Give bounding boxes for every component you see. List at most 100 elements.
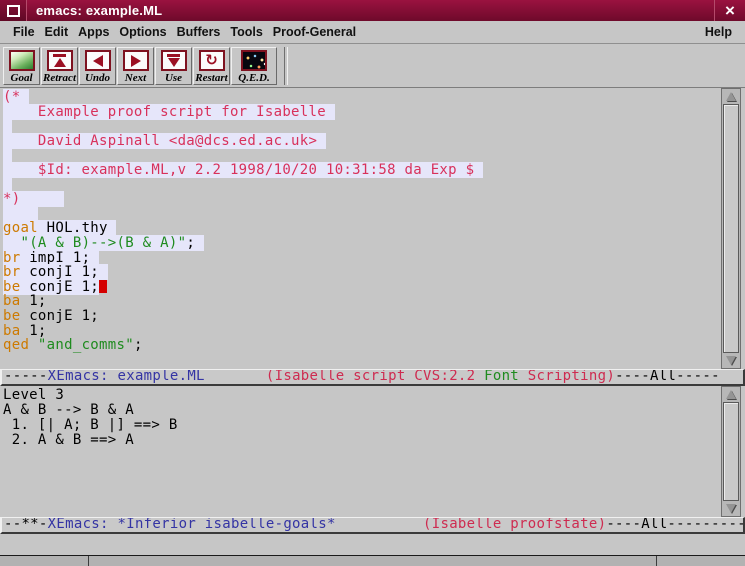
scroll-up-button[interactable] <box>722 387 740 402</box>
goals-buffer-window: Level 3A & B --> B & A 1. [| A; B |] ==>… <box>0 386 745 517</box>
scroll-down-button[interactable] <box>722 501 740 516</box>
toolbar-button-label: Retract <box>43 72 76 84</box>
xemacs-window: emacs: example.ML × FileEditAppsOptionsB… <box>0 0 745 566</box>
glyph-part <box>54 58 66 67</box>
toolbar-button-next[interactable]: Next <box>117 47 154 85</box>
undo-left-arrow-icon <box>93 55 103 67</box>
retract-up-arrow-icon <box>53 54 66 67</box>
menu-item-file[interactable]: File <box>8 23 40 41</box>
scroll-up-button[interactable] <box>722 89 740 104</box>
goals-buffer-modeline: --**-XEmacs: *Inferior isabelle-goals* (… <box>0 517 745 534</box>
toolbar-divider <box>284 47 288 85</box>
menu-item-apps[interactable]: Apps <box>73 23 114 41</box>
menu-item-proof-general[interactable]: Proof-General <box>268 23 361 41</box>
script-line: br impI 1; <box>3 251 720 266</box>
token-cmt: Example proof script for Isabelle <box>3 104 335 120</box>
modeline-segment-red: (Isabelle script CVS:2.2 <box>266 369 484 384</box>
token-str: "and_comms" <box>38 337 134 353</box>
resize-handle-divider <box>88 556 89 566</box>
script-line: ba 1; <box>3 294 720 309</box>
toolbar-button-label: Undo <box>85 72 110 84</box>
token-cmt: *) <box>3 191 64 207</box>
menu-item-options[interactable]: Options <box>114 23 171 41</box>
toolbar-button-undo[interactable]: Undo <box>79 47 116 85</box>
menu-item-tools[interactable]: Tools <box>225 23 267 41</box>
toolbar-button-label: Goal <box>11 72 33 84</box>
script-scrollbar[interactable] <box>721 88 741 369</box>
glyph-part <box>93 55 103 67</box>
goals-scrollbar[interactable] <box>721 386 741 517</box>
scroll-down-button[interactable] <box>722 353 740 368</box>
scroll-down-icon <box>726 356 736 365</box>
toolbar-button-use[interactable]: Use <box>155 47 192 85</box>
close-button[interactable]: × <box>714 0 745 21</box>
modeline-segment-plain: --**- <box>4 517 48 532</box>
modeline-segment-id: XEmacs: *Inferior isabelle-goals* <box>48 517 336 532</box>
token-kw: be <box>3 279 20 295</box>
script-line <box>3 119 720 134</box>
token-plain: conjE 1; <box>20 279 99 295</box>
locked-region-segment: be conjE 1; <box>3 279 99 295</box>
qed-fireworks-icon <box>241 50 267 71</box>
toolbar-button-goal[interactable]: Goal <box>3 47 40 85</box>
toolbar-button-retract[interactable]: Retract <box>41 47 78 85</box>
locked-region-segment: David Aspinall <da@dcs.ed.ac.uk> <box>3 133 326 149</box>
toolbar-button-label: Next <box>125 72 146 84</box>
window-menu-icon <box>7 5 20 17</box>
menu-item-buffers[interactable]: Buffers <box>172 23 226 41</box>
line-text: qed "and_comms"; <box>3 337 143 353</box>
script-line: *) <box>3 192 720 207</box>
script-scrollbar-gutter <box>720 88 745 369</box>
token-cmt <box>3 177 12 193</box>
script-buffer-modeline: -----XEmacs: example.ML (Isabelle script… <box>0 369 745 386</box>
line-text: be conjE 1; <box>3 308 99 324</box>
title-bar[interactable]: emacs: example.ML × <box>0 0 745 21</box>
locked-region-segment: $Id: example.ML,v 2.2 1998/10/20 10:31:5… <box>3 162 483 178</box>
script-line <box>3 148 720 163</box>
token-plain: conjE 1; <box>20 308 99 324</box>
window-resize-border[interactable] <box>0 555 745 566</box>
goals-buffer-text-area[interactable]: Level 3A & B --> B & A 1. [| A; B |] ==>… <box>0 386 720 517</box>
goals-line: 1. [| A; B |] ==> B <box>3 418 720 433</box>
token-plain: conjI 1; <box>20 264 107 280</box>
toolbar-button-qed[interactable]: Q.E.D. <box>231 47 277 85</box>
restart-circle-arrow-icon: ↻ <box>205 53 218 68</box>
token-plain: 1; <box>20 323 46 339</box>
token-plain: 1; <box>20 293 46 309</box>
scrollbar-thumb[interactable] <box>723 104 739 353</box>
locked-region-segment <box>3 206 38 222</box>
locked-region-segment <box>3 147 12 163</box>
locked-region-segment: (* <box>3 89 29 105</box>
window-title: emacs: example.ML <box>27 0 714 21</box>
glyph-part <box>131 55 141 67</box>
scrollbar-thumb[interactable] <box>723 402 739 501</box>
resize-handle-divider <box>656 556 657 566</box>
toolbar-button-label: Restart <box>195 72 227 84</box>
toolbar-button-label: Use <box>165 72 182 84</box>
script-line <box>3 207 720 222</box>
goal-icon <box>9 50 35 71</box>
token-cmt: David Aspinall <da@dcs.ed.ac.uk> <box>3 133 326 149</box>
locked-region-segment: br impI 1; <box>3 250 99 266</box>
locked-region-segment <box>3 177 12 193</box>
minibuffer-echo-area[interactable] <box>0 534 745 555</box>
locked-region-segment <box>3 118 12 134</box>
token-kw: br <box>3 250 20 266</box>
undo-left-arrow-box <box>85 50 111 71</box>
window-menu-button[interactable] <box>0 0 27 21</box>
token-plain <box>3 206 38 222</box>
menu-item-edit[interactable]: Edit <box>40 23 74 41</box>
text-cursor <box>99 280 107 293</box>
toolbar: Goal Retract Undo Next Use ↻ Restart Q.E.D. <box>0 44 745 88</box>
menu-item-help[interactable]: Help <box>700 23 737 41</box>
script-line <box>3 178 720 193</box>
script-buffer-text-area[interactable]: (* Example proof script for Isabelle Dav… <box>0 88 720 369</box>
script-line: be conjE 1; <box>3 280 720 295</box>
modeline-segment-green: Font <box>484 369 519 384</box>
token-plain <box>3 235 20 251</box>
modeline-segment-plain: ----All----- <box>615 369 720 384</box>
token-str: "(A & B)-->(B & A)" <box>20 235 186 251</box>
modeline-segment-red: Scripting) <box>519 369 615 384</box>
toolbar-button-restart[interactable]: ↻ Restart <box>193 47 230 85</box>
modeline-segment-id: XEmacs: example.ML <box>48 369 205 384</box>
